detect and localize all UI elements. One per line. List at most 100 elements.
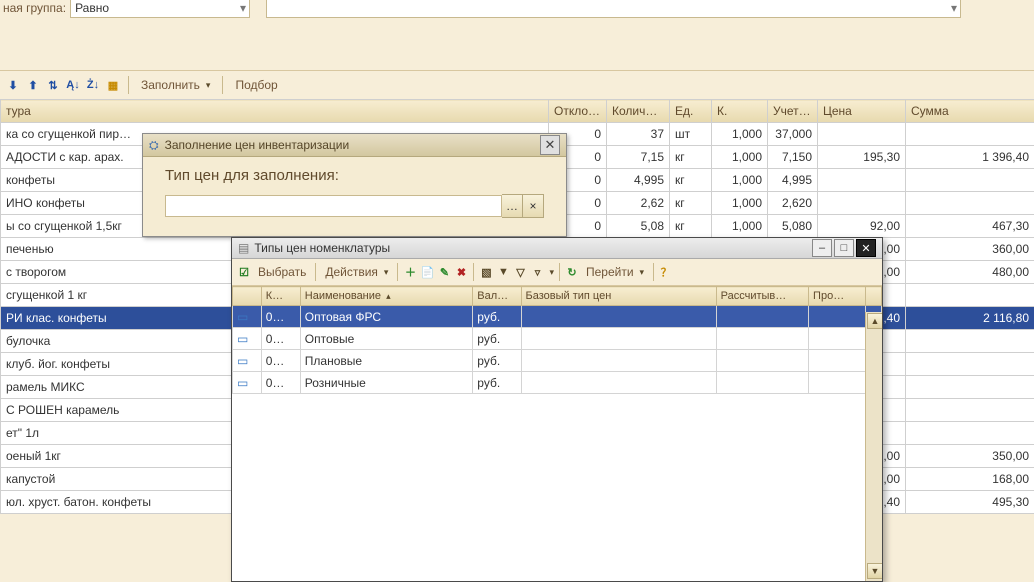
cell-currency[interactable]: руб. [473, 350, 521, 372]
cell-k[interactable]: 1,000 [712, 123, 768, 146]
col-icon[interactable] [233, 287, 262, 306]
cell-k[interactable]: 1,000 [712, 192, 768, 215]
cell-proc[interactable] [809, 328, 865, 350]
vertical-scrollbar[interactable]: ▲ ▼ [865, 312, 882, 581]
price-type-input[interactable] [165, 195, 502, 217]
cell-icon[interactable]: ▭ [233, 306, 262, 328]
copy-icon[interactable]: 📄 [420, 265, 434, 279]
col-otk[interactable]: Отклон… [549, 100, 607, 123]
cell-baseType[interactable] [521, 306, 716, 328]
sort-za-icon[interactable]: Ż↓ [86, 78, 100, 92]
cell-qty[interactable]: 7,15 [607, 146, 670, 169]
col-uchet[interactable]: Учет… [768, 100, 818, 123]
cell-sum[interactable] [906, 399, 1034, 422]
col-name[interactable]: тура [1, 100, 549, 123]
cell-code[interactable]: 0… [261, 306, 300, 328]
cell-sum[interactable]: 360,00 [906, 238, 1034, 261]
cell-baseType[interactable] [521, 372, 716, 394]
scroll-up-icon[interactable]: ▲ [867, 313, 882, 329]
refresh-icon[interactable]: ↻ [565, 265, 579, 279]
cell-sum[interactable] [906, 123, 1034, 146]
dialog-title-bar[interactable]: ⛭ Заполнение цен инвентаризации ✕ [143, 134, 566, 157]
cell-calc[interactable] [716, 372, 808, 394]
cell-sum[interactable] [906, 353, 1034, 376]
cell-icon[interactable]: ▭ [233, 350, 262, 372]
cell-currency[interactable]: руб. [473, 372, 521, 394]
cell-unit[interactable]: кг [670, 146, 712, 169]
cell-unit[interactable]: кг [670, 169, 712, 192]
select-button[interactable]: Выбрать [254, 263, 310, 281]
arrow-up-icon[interactable]: ⬆ [26, 78, 40, 92]
cell-name[interactable]: Плановые [300, 350, 473, 372]
col-price[interactable]: Цена [818, 100, 906, 123]
col-unit[interactable]: Ед. [670, 100, 712, 123]
help-icon[interactable]: ？ [659, 265, 673, 279]
cell-calc[interactable] [716, 306, 808, 328]
cell-sum[interactable]: 2 116,80 [906, 307, 1034, 330]
filter-by-icon[interactable]: ▽ [513, 265, 527, 279]
minimize-button[interactable]: – [812, 239, 832, 257]
goto-button[interactable]: Перейти ▾ [582, 263, 648, 281]
fill-button[interactable]: Заполнить ▾ [137, 76, 214, 94]
cell-name[interactable]: Оптовые [300, 328, 473, 350]
cell-name[interactable]: Розничные [300, 372, 473, 394]
cell-price[interactable] [818, 169, 906, 192]
pick-button[interactable]: Подбор [231, 76, 281, 94]
cell-calc[interactable] [716, 350, 808, 372]
col-code[interactable]: К… [261, 287, 300, 306]
close-button[interactable]: ✕ [540, 135, 560, 155]
close-button[interactable]: ✕ [856, 239, 876, 257]
cell-uchet[interactable]: 7,150 [768, 146, 818, 169]
cell-qty[interactable]: 5,08 [607, 215, 670, 238]
cell-name[interactable]: Оптовая ФРС [300, 306, 473, 328]
cell-proc[interactable] [809, 306, 865, 328]
list-item[interactable]: ▭0…Розничныеруб. [233, 372, 882, 394]
cell-sum[interactable]: 168,00 [906, 468, 1034, 491]
cell-baseType[interactable] [521, 328, 716, 350]
cell-calc[interactable] [716, 328, 808, 350]
cell-qty[interactable]: 2,62 [607, 192, 670, 215]
sort-az-icon[interactable]: Ą↓ [66, 78, 80, 92]
cell-sum[interactable] [906, 284, 1034, 307]
price-types-grid[interactable]: К… Наименование ▴ Вал… Базовый тип цен Р… [232, 286, 882, 581]
cell-sum[interactable]: 495,30 [906, 491, 1034, 514]
col-calc[interactable]: Рассчитыв… [716, 287, 808, 306]
cell-code[interactable]: 0… [261, 372, 300, 394]
mark-delete-icon[interactable]: ▧ [479, 265, 493, 279]
cell-unit[interactable]: кг [670, 215, 712, 238]
filter-off-icon[interactable]: ▿ [530, 265, 544, 279]
cell-sum[interactable]: 350,00 [906, 445, 1034, 468]
cell-price[interactable] [818, 123, 906, 146]
arrow-down-icon[interactable]: ⬇ [6, 78, 20, 92]
cell-currency[interactable]: руб. [473, 328, 521, 350]
col-sum[interactable]: Сумма [906, 100, 1034, 123]
col-proc[interactable]: Про… [809, 287, 865, 306]
cell-qty[interactable]: 4,995 [607, 169, 670, 192]
cell-sum[interactable]: 467,30 [906, 215, 1034, 238]
select-button[interactable]: … [502, 194, 523, 218]
cell-uchet[interactable]: 4,995 [768, 169, 818, 192]
cell-currency[interactable]: руб. [473, 306, 521, 328]
maximize-button[interactable]: □ [834, 239, 854, 257]
col-currency[interactable]: Вал… [473, 287, 521, 306]
cell-price[interactable] [818, 192, 906, 215]
delete-icon[interactable]: ✖ [454, 265, 468, 279]
col-name[interactable]: Наименование ▴ [300, 287, 473, 306]
arrow-swap-icon[interactable]: ⇅ [46, 78, 60, 92]
cell-sum[interactable] [906, 422, 1034, 445]
cell-code[interactable]: 0… [261, 350, 300, 372]
list-item[interactable]: ▭0…Оптовыеруб. [233, 328, 882, 350]
cell-proc[interactable] [809, 350, 865, 372]
table-icon[interactable]: ▦ [106, 78, 120, 92]
cell-sum[interactable] [906, 330, 1034, 353]
cell-uchet[interactable]: 37,000 [768, 123, 818, 146]
cell-k[interactable]: 1,000 [712, 215, 768, 238]
cell-uchet[interactable]: 2,620 [768, 192, 818, 215]
cell-qty[interactable]: 37 [607, 123, 670, 146]
list-item[interactable]: ▭0…Оптовая ФРСруб. [233, 306, 882, 328]
cell-baseType[interactable] [521, 350, 716, 372]
cell-sum[interactable] [906, 192, 1034, 215]
col-k[interactable]: К. [712, 100, 768, 123]
filter-value-dropdown[interactable]: ▾ [266, 0, 961, 18]
cell-price[interactable]: 92,00 [818, 215, 906, 238]
